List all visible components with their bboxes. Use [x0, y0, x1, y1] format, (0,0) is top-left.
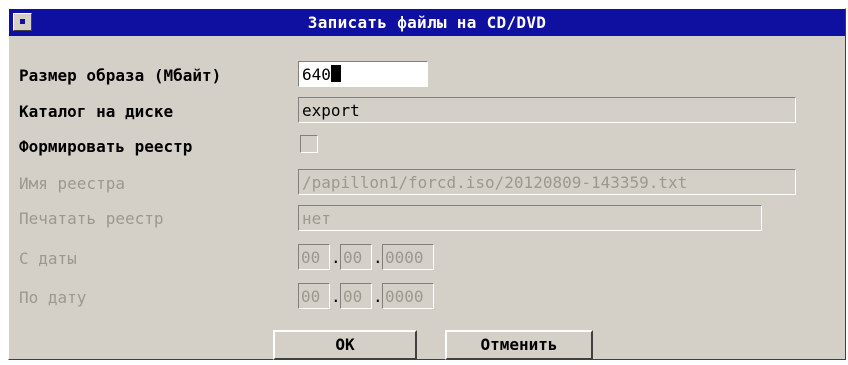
from-date-label: С даты [19, 249, 77, 268]
dialog-title: Записать файлы на CD/DVD [307, 13, 547, 32]
image-size-input[interactable]: 640 [298, 61, 428, 87]
catalog-label: Каталог на диске [19, 102, 174, 121]
to-date-month[interactable]: 00 [340, 283, 372, 309]
ok-button[interactable]: OK [273, 330, 417, 360]
make-registry-checkbox[interactable] [300, 135, 318, 153]
print-registry-label: Печатать реестр [19, 209, 164, 228]
from-date-year[interactable]: 0000 [382, 244, 434, 270]
title-bar: Записать файлы на CD/DVD [9, 9, 845, 36]
cancel-button[interactable]: Отменить [445, 330, 593, 360]
text-cursor [330, 65, 341, 82]
from-date-month[interactable]: 00 [340, 244, 372, 270]
image-size-label: Размер образа (Мбайт) [19, 66, 222, 85]
to-date-year[interactable]: 0000 [382, 283, 434, 309]
image-size-value: 640 [302, 65, 331, 84]
catalog-input[interactable]: export [298, 97, 796, 123]
make-registry-label: Формировать реестр [19, 137, 193, 156]
from-date-day[interactable]: 00 [298, 244, 330, 270]
to-date-day[interactable]: 00 [298, 283, 330, 309]
burn-cd-dialog: Записать файлы на CD/DVD Размер образа (… [8, 8, 846, 360]
registry-name-input[interactable]: /papillon1/forcd.iso/20120809-143359.txt [298, 169, 796, 195]
to-date-label: По дату [19, 288, 87, 307]
print-registry-select[interactable]: нет [298, 205, 762, 231]
registry-name-label: Имя реестра [19, 174, 125, 193]
